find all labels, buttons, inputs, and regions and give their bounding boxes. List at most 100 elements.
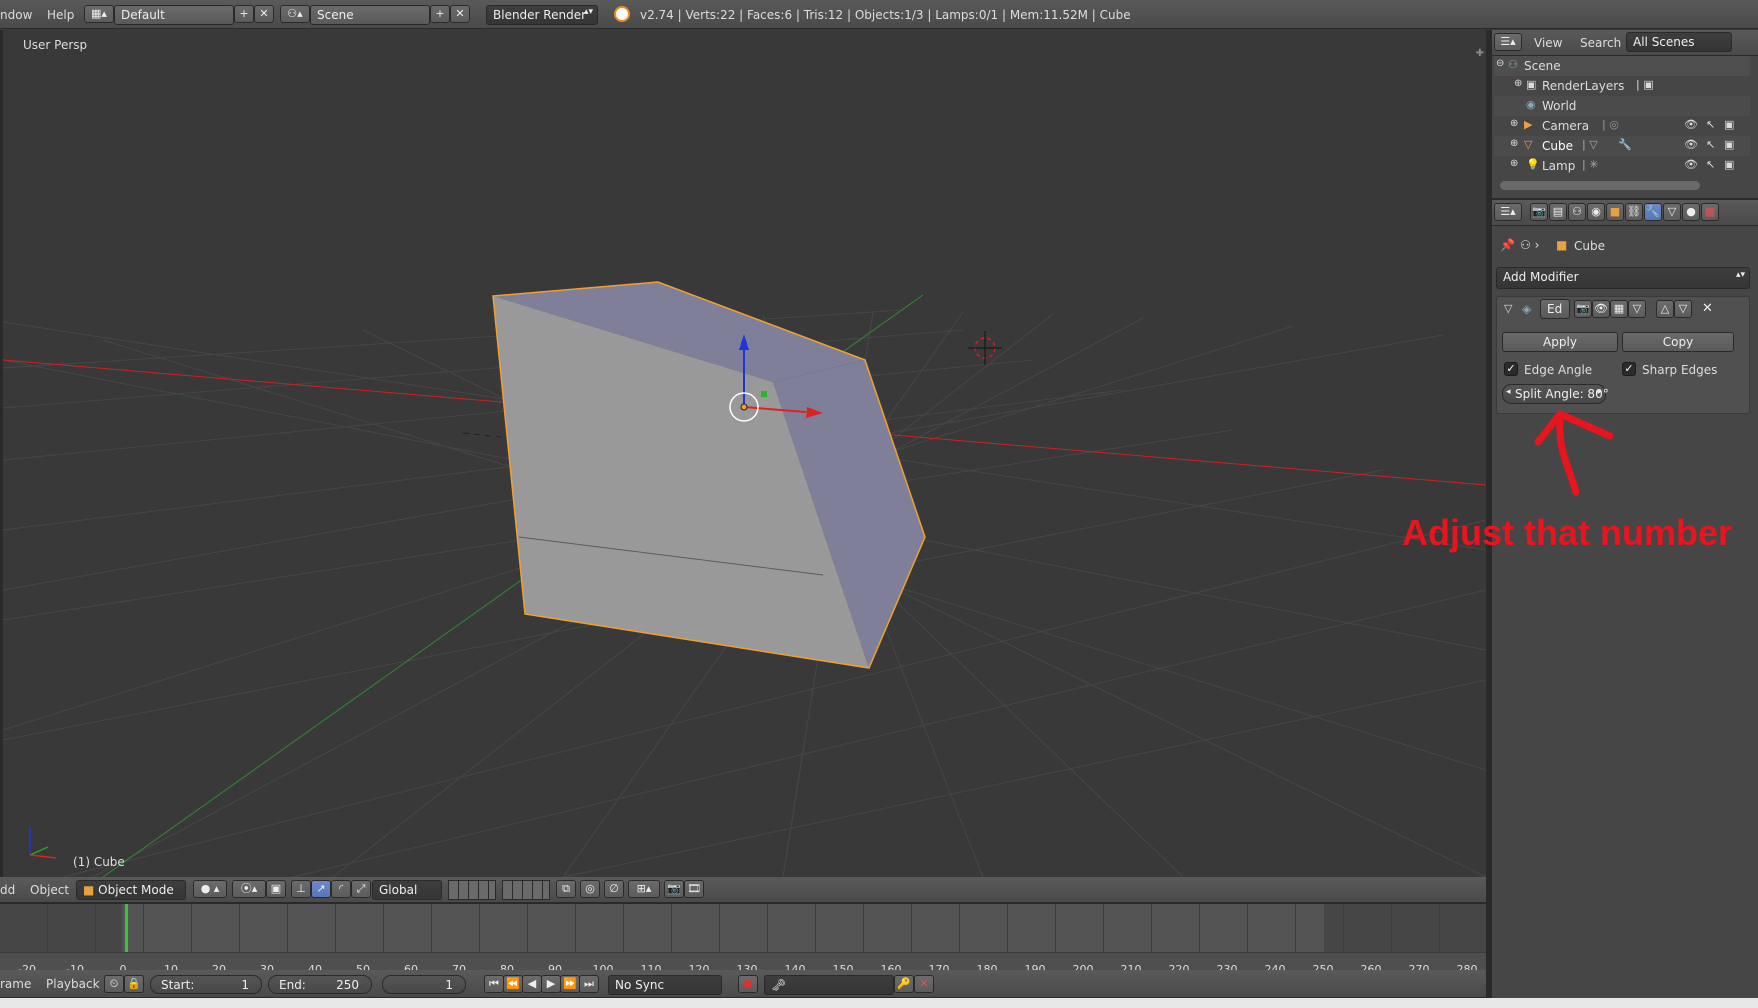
- playback-menu[interactable]: Playback: [46, 977, 100, 991]
- proportional-edit-icon[interactable]: ◎: [580, 880, 600, 898]
- select-cursor-icon[interactable]: ↖: [1706, 158, 1715, 171]
- move-down-icon[interactable]: ▽: [1674, 300, 1692, 318]
- outliner-row-scene[interactable]: ⊖ ⚇ Scene: [1494, 56, 1750, 76]
- remove-modifier-icon[interactable]: ✕: [1702, 301, 1713, 316]
- world-tab-icon[interactable]: ◉: [1587, 203, 1605, 221]
- move-up-icon[interactable]: △: [1656, 300, 1674, 318]
- visibility-eye-icon[interactable]: 👁: [1684, 138, 1698, 151]
- lock-layers-icon[interactable]: ⧉: [556, 880, 576, 898]
- lock-range-icon[interactable]: 🔒: [124, 975, 144, 993]
- editmode-toggle-icon[interactable]: ▦: [1610, 300, 1628, 318]
- edge-angle-checkbox[interactable]: ✓: [1504, 362, 1518, 376]
- object-tab-icon[interactable]: ■: [1606, 203, 1624, 221]
- manipulator-toggle-icon[interactable]: ⊥: [291, 880, 311, 898]
- delete-keyframe-icon[interactable]: ✕: [914, 975, 934, 993]
- add-scene-icon[interactable]: +: [430, 5, 450, 23]
- outliner-display-select[interactable]: All Scenes: [1626, 32, 1732, 52]
- snap-element-icon[interactable]: ⊞▴: [628, 880, 660, 898]
- scene-tab-icon[interactable]: ⚇: [1568, 203, 1586, 221]
- collapse-triangle-icon[interactable]: ▽: [1504, 302, 1512, 315]
- opengl-anim-icon[interactable]: 🎞: [684, 880, 704, 898]
- outliner-row-renderlayers[interactable]: ⊕ ▣ RenderLayers | ▣: [1494, 76, 1750, 96]
- render-layers-tab-icon[interactable]: ▤: [1549, 203, 1567, 221]
- limit-selection-icon[interactable]: ▣: [266, 880, 286, 898]
- scene-icon[interactable]: ⚇▴: [280, 5, 310, 23]
- modifier-name-field[interactable]: Ed: [1540, 299, 1570, 319]
- screen-layout-field[interactable]: Default: [114, 5, 234, 25]
- outliner-search-menu[interactable]: Search: [1580, 36, 1621, 50]
- render-camera-icon[interactable]: ▣: [1724, 118, 1734, 131]
- preview-range-icon[interactable]: ⏲: [104, 975, 124, 993]
- select-cursor-icon[interactable]: ↖: [1706, 118, 1715, 131]
- jump-end-icon[interactable]: ⏭: [579, 975, 599, 993]
- outliner-row-lamp[interactable]: ⊕ 💡 Lamp | ✳ 👁 ↖ ▣: [1494, 156, 1750, 176]
- 3d-cursor[interactable]: [968, 331, 1002, 365]
- window-menu[interactable]: ndow: [0, 8, 32, 22]
- material-tab-icon[interactable]: ●: [1682, 203, 1700, 221]
- frame-menu[interactable]: rame: [0, 977, 31, 991]
- mode-select[interactable]: ■ Object Mode: [76, 880, 186, 900]
- copy-button[interactable]: Copy: [1622, 332, 1734, 352]
- jump-keyframe-back-icon[interactable]: ⏪: [503, 975, 523, 993]
- jump-start-icon[interactable]: ⏮: [484, 975, 504, 993]
- data-tab-icon[interactable]: ▽: [1663, 203, 1681, 221]
- current-frame-marker[interactable]: [125, 904, 128, 952]
- sync-select[interactable]: No Sync: [608, 975, 722, 995]
- texture-tab-icon[interactable]: ▩: [1701, 203, 1719, 221]
- help-menu[interactable]: Help: [47, 8, 74, 22]
- delete-scene-icon[interactable]: ✕: [450, 5, 470, 23]
- modifiers-tab-icon[interactable]: 🔧: [1644, 203, 1662, 221]
- pivot-point-button[interactable]: ⦿▴: [232, 880, 266, 898]
- layer-buttons-a[interactable]: [448, 880, 496, 900]
- play-icon[interactable]: ▶: [541, 975, 561, 993]
- select-cursor-icon[interactable]: ↖: [1706, 138, 1715, 151]
- timeline-area[interactable]: [0, 903, 1486, 970]
- keying-set-field[interactable]: 🗝: [764, 975, 894, 995]
- area-split-icon[interactable]: ✚: [1476, 48, 1484, 59]
- layer-buttons-b[interactable]: [502, 880, 550, 900]
- pin-icon[interactable]: 📌: [1500, 238, 1515, 252]
- apply-button[interactable]: Apply: [1502, 332, 1618, 352]
- cage-toggle-icon[interactable]: ▽: [1628, 300, 1646, 318]
- object-menu[interactable]: Object: [30, 883, 69, 897]
- record-icon[interactable]: ●: [738, 975, 758, 993]
- outliner-scrollbar[interactable]: [1500, 181, 1700, 190]
- outliner-row-camera[interactable]: ⊕ ▶ Camera | ◎ 👁 ↖ ▣: [1494, 116, 1750, 136]
- visibility-eye-icon[interactable]: 👁: [1684, 158, 1698, 171]
- end-frame-field[interactable]: End: 250: [268, 975, 372, 994]
- sharp-edges-checkbox[interactable]: ✓: [1622, 362, 1636, 376]
- outliner-view-menu[interactable]: View: [1534, 36, 1562, 50]
- add-menu[interactable]: dd: [0, 883, 15, 897]
- render-tab-icon[interactable]: 📷: [1530, 203, 1548, 221]
- render-toggle-icon[interactable]: 📷: [1574, 300, 1592, 318]
- viewport-toggle-icon[interactable]: 👁: [1592, 300, 1610, 318]
- constraints-tab-icon[interactable]: ⛓: [1625, 203, 1643, 221]
- outliner-row-cube[interactable]: ⊕ ▽ Cube | ▽ 🔧 👁 ↖ ▣: [1494, 136, 1750, 156]
- properties-editor-type-icon[interactable]: ☰▴: [1494, 203, 1522, 221]
- opengl-render-icon[interactable]: 📷: [664, 880, 684, 898]
- start-frame-field[interactable]: Start: 1: [150, 975, 262, 994]
- scene-field[interactable]: Scene: [310, 5, 430, 25]
- render-camera-icon[interactable]: ▣: [1724, 158, 1734, 171]
- render-camera-icon[interactable]: ▣: [1724, 138, 1734, 151]
- render-engine-select[interactable]: Blender Render ▴▾: [486, 5, 598, 25]
- rotate-manipulator-icon[interactable]: ◜: [331, 880, 351, 898]
- delete-layout-icon[interactable]: ✕: [254, 5, 274, 23]
- viewport-shading-button[interactable]: ● ▴: [193, 880, 227, 898]
- add-modifier-select[interactable]: Add Modifier ▴▾: [1496, 267, 1750, 289]
- insert-keyframe-icon[interactable]: 🔑: [894, 975, 914, 993]
- orientation-select[interactable]: Global: [372, 880, 442, 900]
- scale-manipulator-icon[interactable]: ⤢: [351, 880, 371, 898]
- outliner-row-world[interactable]: ◉ World: [1494, 96, 1750, 116]
- translate-manipulator-icon[interactable]: ↗: [311, 880, 331, 898]
- viewport-3d[interactable]: User Persp (1) Cube ✚: [3, 30, 1486, 877]
- outliner-editor-type-icon[interactable]: ☰▴: [1494, 33, 1522, 51]
- add-layout-icon[interactable]: +: [234, 5, 254, 23]
- screen-layout-icon[interactable]: ▦▴: [84, 5, 114, 23]
- jump-keyframe-forward-icon[interactable]: ⏩: [560, 975, 580, 993]
- snap-toggle-icon[interactable]: ∅: [604, 880, 624, 898]
- visibility-eye-icon[interactable]: 👁: [1684, 118, 1698, 131]
- y-arrow-head[interactable]: [761, 391, 767, 397]
- play-reverse-icon[interactable]: ◀: [522, 975, 542, 993]
- current-frame-field[interactable]: 1: [382, 975, 466, 994]
